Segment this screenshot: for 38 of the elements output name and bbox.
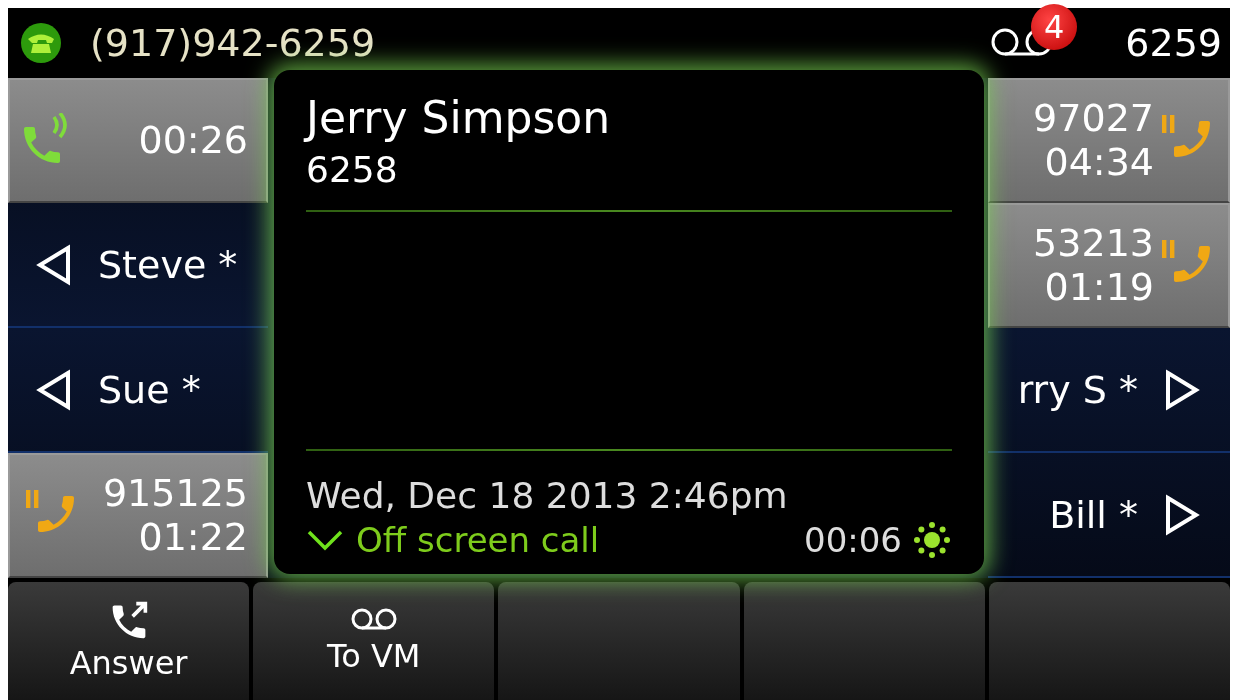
left-triangle-icon — [36, 243, 72, 286]
call-line-key[interactable]: 53213 01:19 — [988, 203, 1230, 328]
extension-number: 6259 — [1125, 21, 1222, 65]
softkey-button[interactable] — [988, 582, 1230, 700]
call-number: 97027 — [1033, 96, 1154, 141]
speed-dial-key[interactable]: Bill * — [988, 453, 1230, 578]
call-timer: 00:26 — [138, 118, 248, 163]
spinner-icon — [912, 520, 952, 560]
desk-phone-icon — [20, 22, 62, 64]
phone-number: (917)942-6259 — [90, 21, 377, 65]
left-triangle-icon — [36, 368, 72, 411]
softkey-button[interactable]: To VM — [253, 582, 495, 700]
contact-name: Bill * — [1049, 492, 1138, 537]
contact-name: rry S * — [1017, 367, 1138, 412]
speed-dial-key[interactable]: rry S * — [988, 328, 1230, 453]
softkey-button[interactable] — [743, 582, 985, 700]
voicemail-icon — [349, 607, 398, 633]
call-datetime: Wed, Dec 18 2013 2:46pm — [306, 475, 789, 516]
caller-number: 6258 — [306, 149, 399, 190]
call-line-key[interactable]: 915125 01:22 — [8, 453, 268, 578]
softkey-button[interactable] — [498, 582, 740, 700]
call-timer: 04:34 — [1044, 140, 1154, 185]
call-timer: 01:19 — [1044, 265, 1154, 310]
call-number: 915125 — [102, 471, 248, 516]
softkey-button[interactable]: Answer — [8, 582, 250, 700]
call-number: 53213 — [1033, 221, 1154, 266]
notification-badge: 4 — [1031, 4, 1078, 50]
chevron-down-icon — [306, 528, 344, 552]
right-triangle-icon — [1164, 368, 1200, 411]
contact-name: Sue * — [98, 367, 201, 412]
speed-dial-key[interactable]: Steve * — [8, 203, 268, 328]
call-duration: 00:06 — [804, 520, 902, 560]
off-screen-call-label: Off screen call — [356, 520, 601, 560]
contact-name: Steve * — [98, 242, 238, 287]
call-timer: 01:22 — [138, 515, 248, 560]
call-line-key[interactable]: 00:26 — [8, 78, 268, 203]
call-line-key[interactable]: 97027 04:34 — [988, 78, 1230, 203]
right-triangle-icon — [1164, 493, 1200, 536]
